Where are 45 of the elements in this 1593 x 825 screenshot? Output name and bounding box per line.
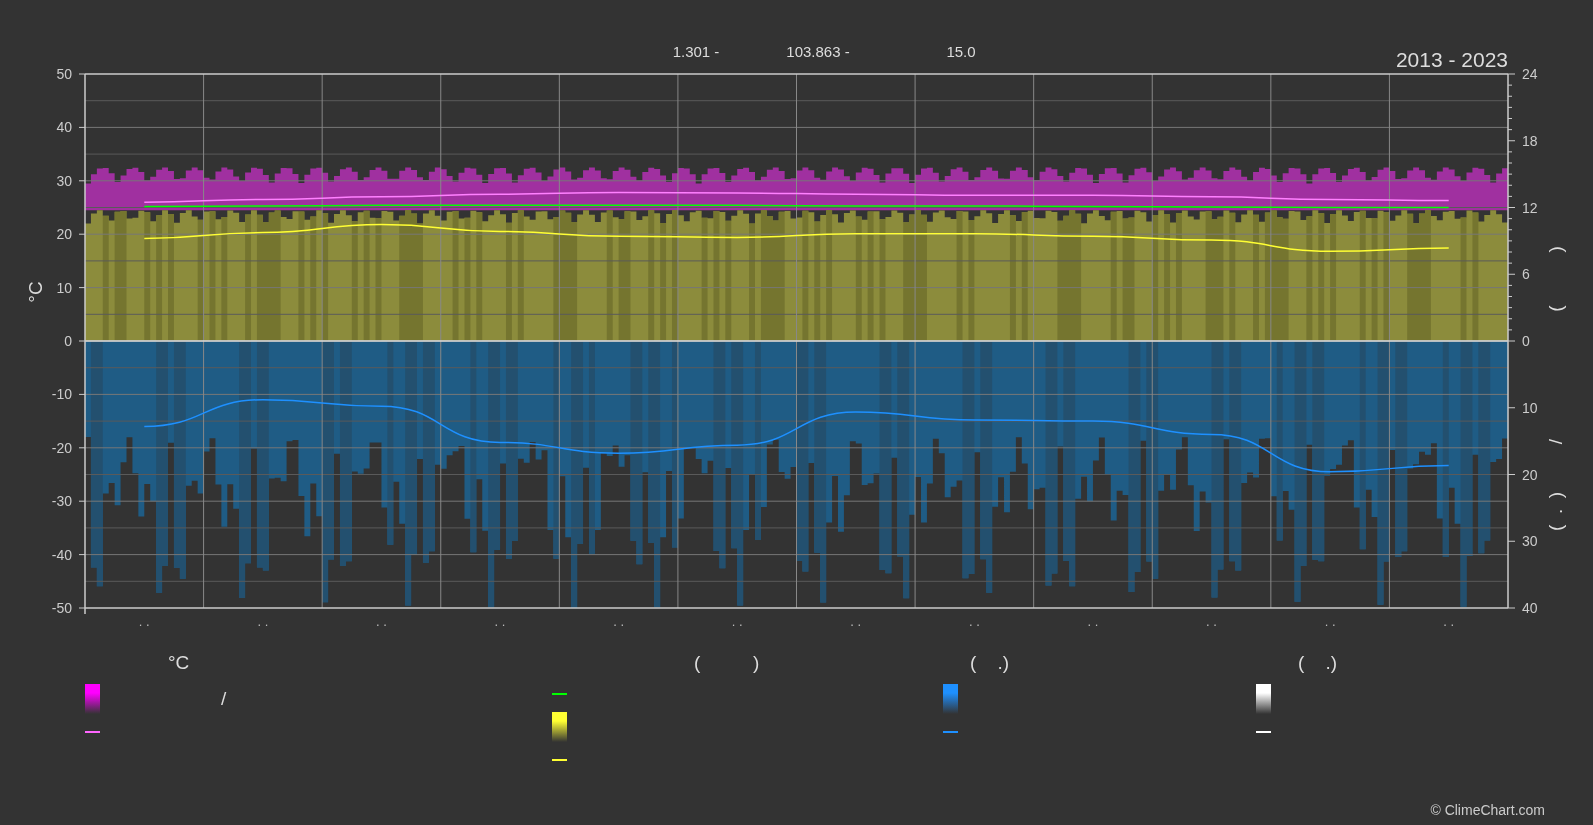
axis-tick-label: -40 [51, 546, 72, 563]
month-label: . . [968, 614, 980, 629]
month-label: . . [1206, 614, 1217, 629]
month-label: . . [613, 614, 625, 629]
axis-tick-label: 18 [1522, 132, 1538, 149]
copyright-text: © ClimeChart.com [1430, 802, 1545, 818]
legend-title: ( ) [694, 652, 761, 675]
axis-tick-label: 10 [1522, 399, 1538, 416]
axis-tick-label: 50 [56, 66, 72, 82]
axis-title: ( . ) / [1545, 439, 1566, 531]
axis-tick-label: 12 [1522, 199, 1538, 216]
axis-tick-label: 30 [56, 172, 72, 189]
coordinate-label: 15.0 [946, 43, 976, 60]
axis-tick-label: 20 [56, 226, 72, 243]
axis-tick-label: 6 [1522, 266, 1530, 283]
month-label: . . [850, 614, 862, 629]
axis-tick-label: 0 [1522, 333, 1530, 349]
coordinate-label: 103.863 - [786, 43, 850, 60]
axis-tick-label: 30 [1522, 533, 1538, 550]
axis-tick-label: -50 [51, 600, 72, 616]
coordinate-label: 1.301 - [672, 43, 720, 60]
legend-title: ( .) [1298, 652, 1339, 675]
axis-tick-label: 0 [64, 333, 72, 349]
axis-tick-label: 24 [1522, 66, 1538, 82]
month-label: . . [494, 614, 506, 629]
axis-tick-label: 10 [56, 279, 72, 296]
month-label: . . [1324, 614, 1336, 629]
axis-title: ( ) [1545, 246, 1566, 312]
month-label: . . [257, 614, 269, 629]
axis-tick-label: -30 [51, 493, 72, 510]
month-label: . . [1087, 614, 1099, 629]
month-label: . . [1443, 614, 1455, 629]
legend-title: ( .) [970, 652, 1011, 675]
month-label: . . [138, 614, 150, 629]
axis-tick-label: -10 [51, 386, 72, 403]
axis-title: °C [25, 281, 46, 303]
axis-tick-label: 40 [1522, 600, 1538, 616]
legend-title: °C [168, 652, 191, 675]
legend-label: / [221, 688, 227, 710]
month-label: . . [376, 614, 387, 629]
axis-tick-label: 20 [1522, 466, 1538, 483]
month-label: . . [731, 614, 743, 629]
axis-tick-label: -20 [51, 439, 72, 456]
axis-tick-label: 40 [56, 119, 72, 136]
period-title: 2013 - 2023 [1395, 48, 1508, 71]
